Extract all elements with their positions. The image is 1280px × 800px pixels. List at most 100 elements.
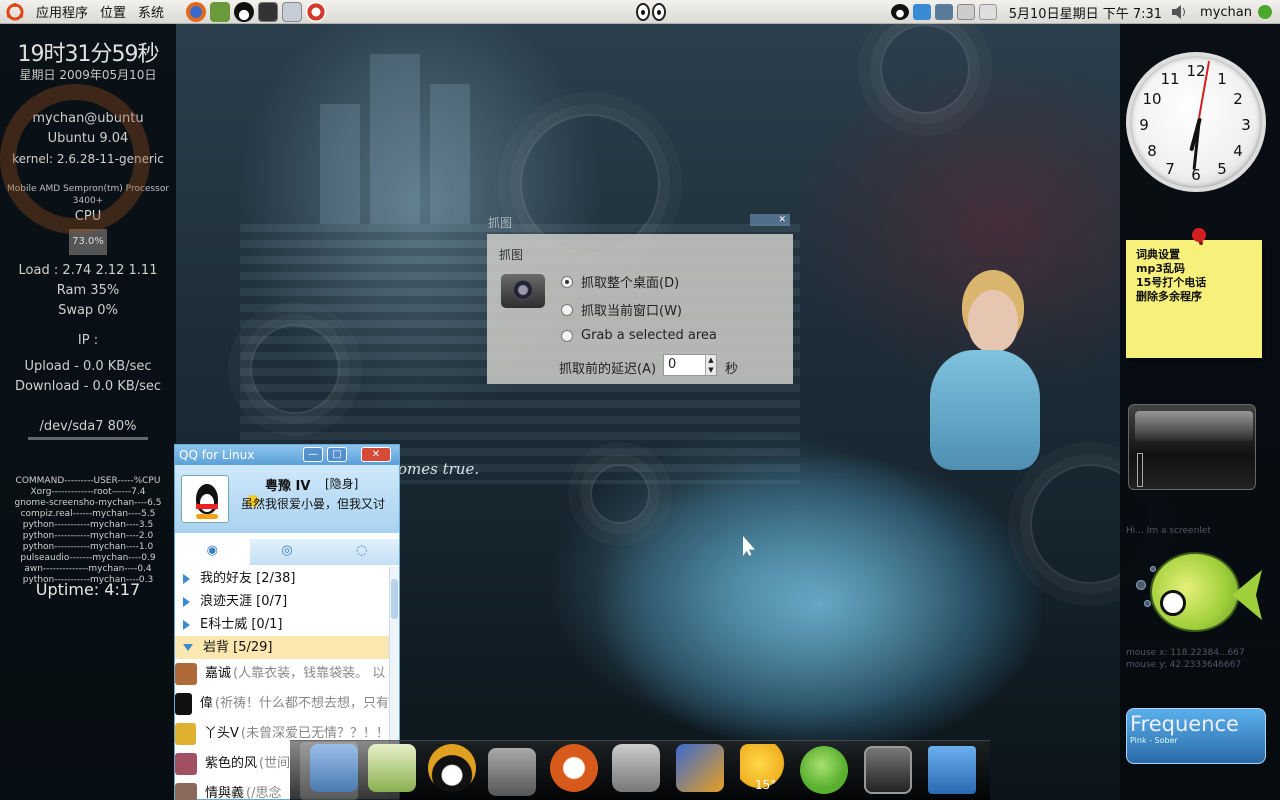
gnome-icon[interactable] <box>282 1 303 22</box>
window-tray-icon[interactable] <box>912 4 931 20</box>
minimize-button[interactable]: — <box>303 447 323 462</box>
process-row: python-----------mychan----3.5 <box>22 520 154 530</box>
conky-ram: Ram 35% <box>56 283 120 298</box>
tab-recent[interactable]: ◌ <box>324 539 399 565</box>
eye-icon <box>636 3 650 21</box>
bubble-icon <box>1136 580 1146 590</box>
list-item[interactable]: 偉 (祈祷！什么都不想去想，只有 <box>175 689 389 719</box>
close-button[interactable]: ✕ <box>361 447 391 462</box>
panel-clock[interactable]: 5月10日星期日 下午 7:31 <box>1009 3 1162 22</box>
conky-time: 19时31分59秒 <box>17 42 160 67</box>
delay-label: 抓取前的延迟(A) <box>559 362 657 377</box>
radio-button[interactable] <box>561 275 573 288</box>
expand-arrow-icon <box>183 596 190 607</box>
conky-ip: IP : <box>77 333 99 348</box>
disk-level-mark <box>1137 453 1143 487</box>
screenshot-camera-icon[interactable] <box>488 748 536 796</box>
clock-number: 1 <box>1217 70 1227 88</box>
conky-upload: Upload - 0.0 KB/sec <box>24 359 152 374</box>
conky-swap: Swap 0% <box>58 303 118 318</box>
tab-groups[interactable]: ◎ <box>250 539 325 565</box>
screenlet-hint: Hi... Im a screenlet <box>1126 526 1211 536</box>
qq-icon[interactable] <box>234 1 255 22</box>
avatar <box>175 753 197 775</box>
ubuntu-icon[interactable] <box>6 2 24 21</box>
clock-number: 10 <box>1142 90 1162 108</box>
clock-number: 8 <box>1147 142 1157 160</box>
xeyes-applet <box>636 3 666 21</box>
group-row[interactable]: E科士威 [0/1] <box>175 613 389 636</box>
qq-signature[interactable]: 虽然我很爱小曼，但我又讨 <box>241 495 395 512</box>
fish-eye-icon <box>1160 590 1186 616</box>
qq-status[interactable]: [隐身] <box>325 475 358 492</box>
group-row[interactable]: 岩背 [5/29] <box>175 636 389 659</box>
group-label: 岩背 [5/29] <box>203 640 273 655</box>
avatar <box>175 663 197 685</box>
option-current-window[interactable]: 抓取当前窗口(W) <box>561 300 682 319</box>
process-row: awn--------------mychan----0.4 <box>24 564 152 574</box>
sticky-note-widget[interactable]: 词典设置 mp3乱码 15号打个电话 删除多余程序 <box>1126 240 1262 358</box>
dialog-close-button[interactable]: ✕ <box>750 214 790 226</box>
radio-button[interactable] <box>561 329 573 342</box>
user-switcher[interactable]: mychan <box>1200 5 1252 20</box>
scrollbar-thumb[interactable] <box>391 579 398 619</box>
system-menu[interactable]: 系统 <box>132 2 170 21</box>
keyboard-icon[interactable] <box>956 4 975 20</box>
book-icon[interactable] <box>210 1 231 22</box>
clock-number: 2 <box>1233 90 1243 108</box>
castle-image <box>300 54 500 224</box>
mouse-y-readout: mouse y: 42.2333646667 <box>1126 660 1242 670</box>
disk-utility-icon[interactable] <box>612 744 660 792</box>
radio-button[interactable] <box>561 303 573 316</box>
text-editor-icon[interactable] <box>368 744 416 792</box>
volume-icon[interactable] <box>1170 4 1188 20</box>
list-item[interactable]: 嘉诚 (人靠衣装，钱靠袋装。 以 <box>175 659 389 689</box>
trash-icon[interactable] <box>928 746 976 794</box>
eye-icon <box>652 3 666 21</box>
contact-name: 紫色的风 <box>205 756 258 771</box>
contact-name: 丫头V <box>204 726 239 741</box>
ubuntu-dock-icon[interactable] <box>550 744 598 792</box>
option-whole-desktop[interactable]: 抓取整个桌面(D) <box>561 272 679 291</box>
terminal-icon[interactable] <box>258 1 279 22</box>
conky-download: Download - 0.0 KB/sec <box>14 379 162 394</box>
contact-name: 情與義 <box>205 786 245 800</box>
applications-menu[interactable]: 应用程序 <box>30 2 94 21</box>
option-label: 抓取整个桌面(D) <box>581 276 680 291</box>
tab-contacts[interactable]: ◉ <box>175 539 250 565</box>
fish-widget[interactable] <box>1150 552 1240 632</box>
apple-icon[interactable] <box>800 746 848 794</box>
mouse-x-readout: mouse x: 118.22384...667 <box>1126 648 1245 658</box>
spin-arrows-icon[interactable]: ▲ ▼ <box>705 355 716 375</box>
process-row: gnome-screensho-mychan----6.5 <box>14 498 162 508</box>
qq-dock-icon[interactable] <box>428 744 476 792</box>
home-folder-icon[interactable] <box>310 744 358 792</box>
lifebuoy-icon[interactable] <box>306 1 327 22</box>
qq-tray-icon[interactable] <box>890 4 909 20</box>
avatar[interactable] <box>181 475 229 523</box>
analog-clock-widget[interactable]: 12 1 2 3 4 5 6 7 8 9 10 11 <box>1126 52 1266 192</box>
firefox-icon[interactable] <box>186 1 207 22</box>
disk-usage-widget[interactable] <box>1128 404 1256 490</box>
places-menu[interactable]: 位置 <box>94 2 132 21</box>
conky-load: Load : 2.74 2.12 1.11 <box>18 263 158 278</box>
shutdown-icon[interactable] <box>1258 5 1272 19</box>
penguin-scarf <box>196 504 218 509</box>
maximize-button[interactable]: □ <box>327 447 347 462</box>
dialog-heading: 抓图 <box>499 248 524 262</box>
collapse-arrow-icon <box>183 644 193 651</box>
terminal-dock-icon[interactable] <box>864 746 912 794</box>
sticky-note-line: 词典设置 <box>1136 248 1180 261</box>
printer-icon[interactable] <box>978 4 997 20</box>
contact-signature: (世间 <box>259 756 291 771</box>
process-row: Xorg-------------root------7.4 <box>30 487 146 497</box>
lady-figure <box>968 290 1018 352</box>
media-player-icon[interactable] <box>676 744 724 792</box>
clock-number: 7 <box>1165 160 1175 178</box>
qq-profile-header: 粤豫 IV [隐身] 虽然我很爱小曼，但我又讨 <box>175 465 399 533</box>
group-row[interactable]: 我的好友 [2/38] <box>175 567 389 590</box>
group-row[interactable]: 浪迹天涯 [0/7] <box>175 590 389 613</box>
option-selected-area[interactable]: Grab a selected area <box>561 328 717 343</box>
qq-titlebar[interactable]: QQ for Linux — □ ✕ <box>175 445 399 465</box>
network-icon[interactable] <box>934 4 953 20</box>
